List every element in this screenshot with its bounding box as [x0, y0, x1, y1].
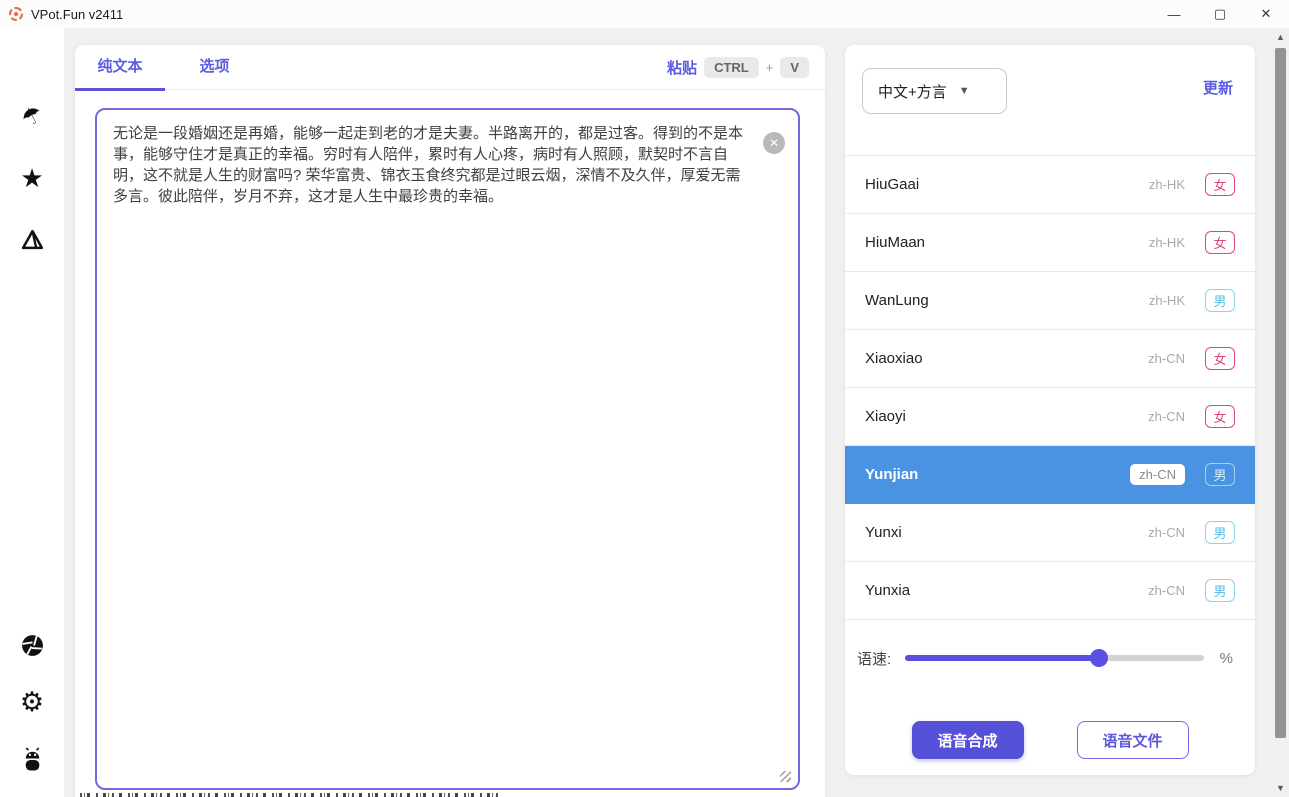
- percent-symbol: %: [1220, 650, 1233, 667]
- gender-badge: 女: [1205, 405, 1235, 428]
- voice-locale: zh-CN: [1148, 409, 1185, 424]
- minimize-button[interactable]: —: [1151, 0, 1197, 28]
- voice-name: Xiaoxiao: [865, 350, 1148, 367]
- clipped-text-strip: [80, 793, 500, 797]
- scrollbar-thumb[interactable]: [1275, 48, 1286, 738]
- voice-row[interactable]: Yunxizh-CN 男: [845, 504, 1255, 562]
- robot-icon: [20, 747, 45, 772]
- tab-plain-text[interactable]: 纯文本: [75, 45, 165, 91]
- voice-row[interactable]: Yunjianzh-CN 男: [845, 446, 1255, 504]
- voice-row[interactable]: HiuGaaizh-HK 女: [845, 156, 1255, 214]
- scroll-up-icon[interactable]: ▲: [1272, 30, 1289, 44]
- language-dropdown-value: 中文+方言: [878, 81, 947, 102]
- gender-badge: 男: [1205, 289, 1235, 312]
- voice-name: Yunjian: [865, 466, 1130, 483]
- close-button[interactable]: ✕: [1243, 0, 1289, 28]
- voice-row[interactable]: Xiaoyizh-CN 女: [845, 388, 1255, 446]
- voice-locale: zh-CN: [1148, 351, 1185, 366]
- synthesize-button[interactable]: 语音合成: [912, 721, 1024, 759]
- sidebar-item-mountain[interactable]: [0, 227, 64, 252]
- plus-sign: +: [766, 60, 774, 75]
- voice-name: Yunxi: [865, 524, 1148, 541]
- gender-badge: 女: [1205, 173, 1235, 196]
- rate-slider-thumb[interactable]: [1090, 649, 1108, 667]
- umbrella-icon: ☂: [17, 102, 46, 132]
- ctrl-key-pill: CTRL: [704, 57, 759, 78]
- title-bar: VPot.Fun v2411 — ▢ ✕: [0, 0, 1289, 28]
- mountain-icon: [20, 227, 45, 252]
- window-scrollbar[interactable]: ▲ ▼: [1272, 28, 1289, 797]
- scroll-down-icon[interactable]: ▼: [1272, 781, 1289, 795]
- voice-name: Xiaoyi: [865, 408, 1148, 425]
- voice-name: WanLung: [865, 292, 1149, 309]
- voice-locale: zh-CN: [1130, 464, 1185, 485]
- window-title: VPot.Fun v2411: [31, 7, 123, 22]
- sidebar-item-favorites[interactable]: ★: [0, 165, 64, 191]
- app-logo-icon: [9, 7, 23, 21]
- gender-badge: 男: [1205, 579, 1235, 602]
- voice-row[interactable]: Yunxiazh-CN 男: [845, 562, 1255, 620]
- voice-name: HiuGaai: [865, 176, 1149, 193]
- voice-row[interactable]: Xiaoxiaozh-CN 女: [845, 330, 1255, 388]
- action-buttons: 语音合成 语音文件: [845, 721, 1255, 759]
- refresh-button[interactable]: 更新: [1203, 77, 1233, 98]
- chevron-down-icon: ▼: [959, 85, 970, 97]
- star-icon: ★: [20, 165, 43, 191]
- voice-name: HiuMaan: [865, 234, 1149, 251]
- voice-row[interactable]: WanLungzh-HK 男: [845, 272, 1255, 330]
- clear-text-icon[interactable]: ✕: [763, 132, 785, 154]
- rate-label: 语速:: [857, 648, 891, 669]
- sidebar-item-robot[interactable]: [0, 747, 64, 772]
- paste-button[interactable]: 粘贴: [667, 57, 697, 78]
- tab-options[interactable]: 选项: [169, 45, 259, 88]
- voice-locale: zh-HK: [1149, 293, 1185, 308]
- save-file-button[interactable]: 语音文件: [1077, 721, 1189, 759]
- gender-badge: 男: [1205, 463, 1235, 486]
- sidebar-rail: ☂ ★ ⚙: [0, 28, 64, 797]
- paste-shortcut: 粘贴 CTRL + V: [667, 45, 809, 90]
- text-input-area[interactable]: 无论是一段婚姻还是再婚，能够一起走到老的才是夫妻。半路离开的，都是过客。得到的不…: [95, 108, 800, 790]
- maximize-button[interactable]: ▢: [1197, 0, 1243, 28]
- input-text: 无论是一段婚姻还是再婚，能够一起走到老的才是夫妻。半路离开的，都是过客。得到的不…: [113, 125, 743, 205]
- voice-row[interactable]: HiuMaanzh-HK 女: [845, 214, 1255, 272]
- voice-locale: zh-HK: [1149, 177, 1185, 192]
- aperture-icon: [20, 633, 45, 658]
- gender-badge: 女: [1205, 231, 1235, 254]
- voice-locale: zh-CN: [1148, 583, 1185, 598]
- gender-badge: 女: [1205, 347, 1235, 370]
- gear-icon: ⚙: [20, 689, 44, 716]
- voice-locale: zh-CN: [1148, 525, 1185, 540]
- language-dropdown[interactable]: 中文+方言 ▼: [862, 68, 1007, 114]
- v-key-pill: V: [780, 57, 809, 78]
- voice-name: Yunxia: [865, 582, 1148, 599]
- voices-panel: 中文+方言 ▼ 更新 HiuGaaizh-HK女HiuMaanzh-HK女Wan…: [845, 45, 1255, 775]
- editor-panel: 纯文本 选项 粘贴 CTRL + V 无论是一段婚姻还是再婚，能够一起走到老的才…: [75, 45, 825, 797]
- resize-grip-icon[interactable]: [780, 771, 791, 782]
- gender-badge: 男: [1205, 521, 1235, 544]
- rate-slider[interactable]: [905, 655, 1203, 661]
- window-controls: — ▢ ✕: [1151, 0, 1289, 28]
- sidebar-item-settings[interactable]: ⚙: [0, 689, 64, 716]
- voice-locale: zh-HK: [1149, 235, 1185, 250]
- voice-list: HiuGaaizh-HK女HiuMaanzh-HK女WanLungzh-HK男X…: [845, 155, 1255, 620]
- editor-tabs: 纯文本 选项 粘贴 CTRL + V: [75, 45, 825, 90]
- rate-slider-fill: [905, 655, 1099, 661]
- sidebar-item-aperture[interactable]: [0, 633, 64, 658]
- speech-rate-row: 语速: %: [857, 643, 1233, 673]
- sidebar-item-umbrella[interactable]: ☂: [0, 105, 64, 128]
